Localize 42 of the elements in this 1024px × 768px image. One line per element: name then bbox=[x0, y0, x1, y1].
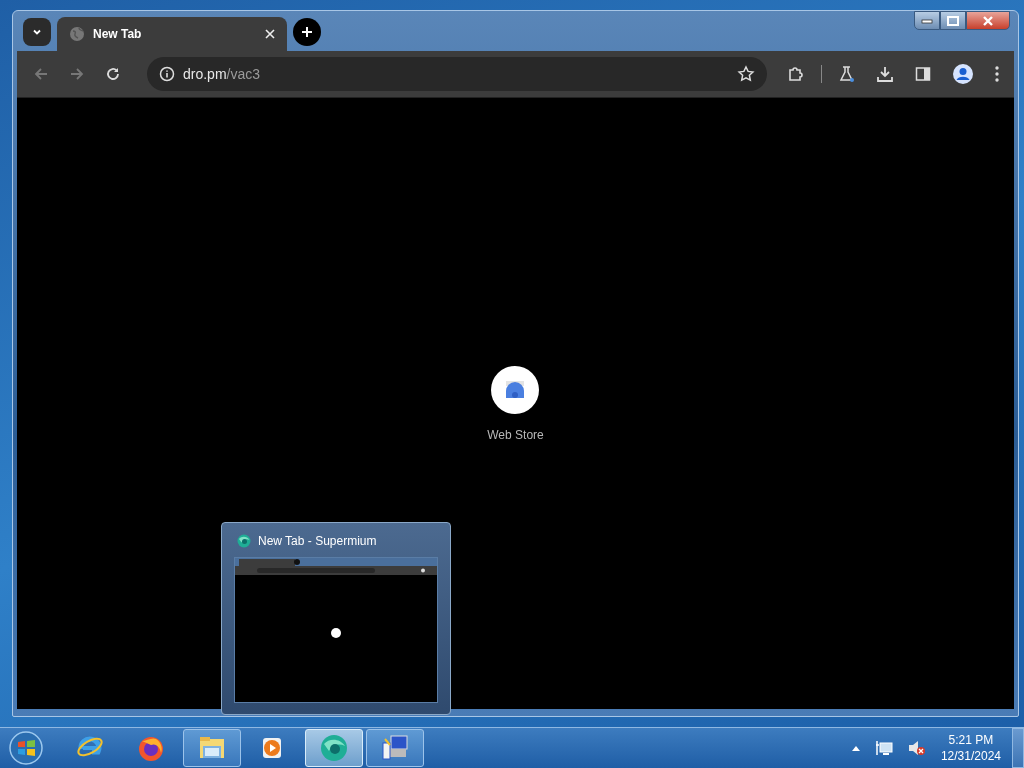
reload-icon[interactable] bbox=[105, 66, 121, 82]
close-button[interactable] bbox=[966, 11, 1010, 30]
download-icon[interactable] bbox=[876, 65, 894, 83]
close-icon[interactable] bbox=[265, 29, 275, 39]
info-icon[interactable] bbox=[159, 66, 175, 82]
clock-date[interactable]: 12/31/2024 bbox=[940, 748, 1001, 764]
windows-logo bbox=[8, 730, 44, 766]
plus-icon bbox=[301, 26, 313, 38]
minimize-button[interactable] bbox=[914, 11, 940, 30]
window-thumbnail-drawing[interactable] bbox=[234, 557, 438, 703]
show-hidden-icons-icon[interactable] bbox=[851, 745, 860, 751]
browser-tab[interactable]: New Tab bbox=[57, 17, 287, 51]
profile-icon[interactable] bbox=[952, 63, 974, 85]
browser-icon bbox=[236, 533, 252, 549]
minimize-icon bbox=[921, 17, 933, 24]
globe-icon bbox=[69, 26, 85, 42]
store-icon bbox=[504, 379, 527, 400]
muted-speaker-icon[interactable] bbox=[907, 740, 926, 756]
close-icon bbox=[981, 15, 995, 26]
installer-taskbar-button[interactable] bbox=[366, 729, 424, 767]
address-bar[interactable]: dro.pm/vac3 bbox=[147, 57, 767, 91]
maximize-icon bbox=[947, 15, 959, 26]
shortcut-label[interactable]: Web Store bbox=[487, 427, 544, 442]
network-icon[interactable] bbox=[874, 740, 893, 756]
computer-setup-icon bbox=[380, 733, 410, 763]
url-text: dro.pm/vac3 bbox=[183, 66, 261, 82]
new-tab-button[interactable] bbox=[293, 18, 321, 46]
forward-icon[interactable] bbox=[69, 66, 85, 82]
preview-title[interactable]: New Tab - Supermium bbox=[258, 534, 377, 548]
flask-icon[interactable] bbox=[838, 65, 856, 83]
back-icon[interactable] bbox=[33, 66, 49, 82]
browser-icon bbox=[318, 732, 350, 764]
browser-taskbar-button[interactable] bbox=[305, 729, 363, 767]
star-icon[interactable] bbox=[737, 65, 755, 83]
side-panel-icon[interactable] bbox=[914, 65, 932, 83]
puzzle-icon[interactable] bbox=[787, 65, 805, 83]
clock-time[interactable]: 5:21 PM bbox=[948, 732, 994, 748]
menu-icon[interactable] bbox=[994, 65, 1000, 83]
tab-search-button[interactable] bbox=[23, 18, 51, 46]
maximize-button[interactable] bbox=[940, 11, 966, 30]
explorer-taskbar-button[interactable] bbox=[183, 729, 241, 767]
tab-title: New Tab bbox=[93, 27, 143, 41]
